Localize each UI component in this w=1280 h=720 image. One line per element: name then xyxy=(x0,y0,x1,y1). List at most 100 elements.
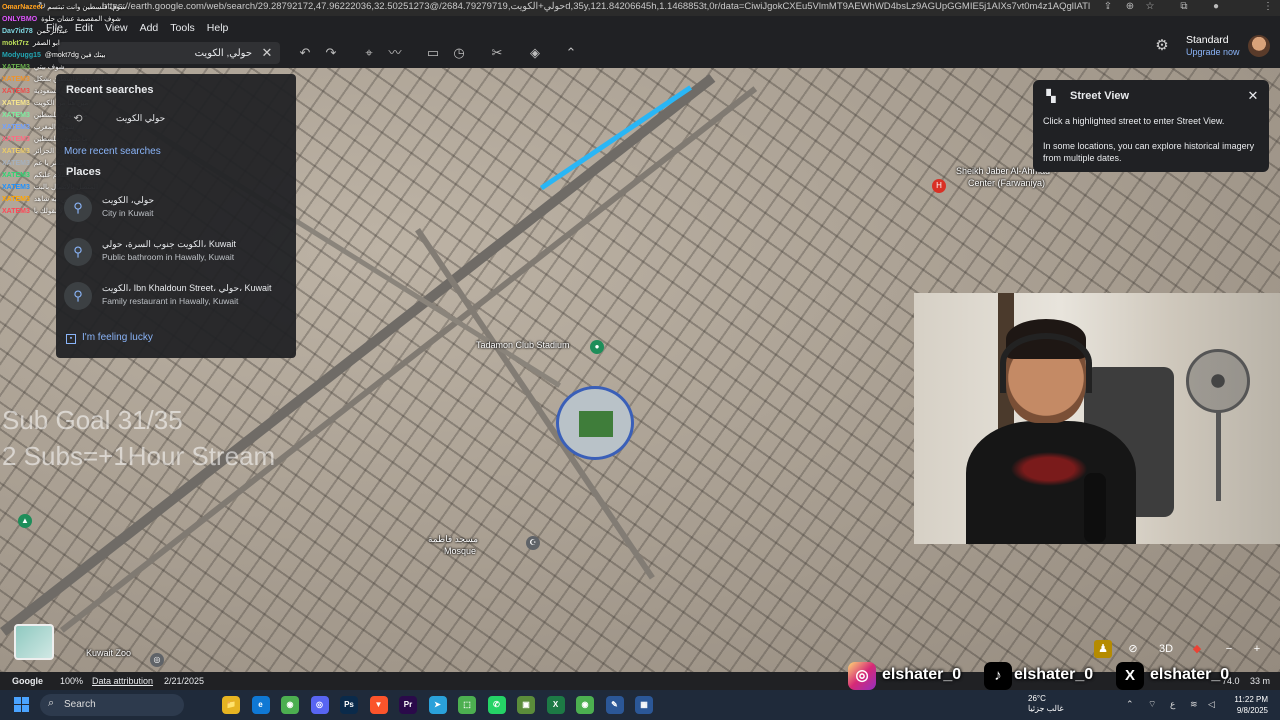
stadium-pin-icon[interactable]: ● xyxy=(590,340,604,354)
compass-icon[interactable]: ◆ xyxy=(1188,640,1206,658)
street-view-tool-icon[interactable]: ✂ xyxy=(488,44,506,62)
taskbar-app-icon[interactable]: Pr xyxy=(399,696,417,714)
taskbar-app-icon[interactable]: ▼ xyxy=(369,696,388,714)
taskbar-app-icon[interactable]: ✎ xyxy=(605,696,624,714)
hide-layers-icon[interactable]: ⊘ xyxy=(1124,640,1142,658)
recent-search-item[interactable]: ⟲ حولي الكويت xyxy=(66,108,286,130)
history-icon[interactable]: ◷ xyxy=(450,44,468,62)
avatar[interactable] xyxy=(1248,35,1270,57)
toggle-3d-button[interactable]: 3D xyxy=(1156,640,1176,658)
imagery-date: 2/21/2025 xyxy=(164,676,205,686)
mosque-label[interactable]: مسجد فاطمة xyxy=(428,534,478,545)
park-pin-icon[interactable]: ▲ xyxy=(18,514,32,528)
menu-help[interactable]: Help xyxy=(207,22,229,34)
place-item[interactable]: ⚲ الكويت جنوب السرة، حولي، Kuwait Public… xyxy=(64,236,290,272)
data-attribution-link[interactable]: Data attribution xyxy=(92,676,153,686)
taskbar-app-icon[interactable]: ◎ xyxy=(310,696,329,714)
windows-start-icon[interactable] xyxy=(14,697,30,713)
street-view-history-note: In some locations, you can explore histo… xyxy=(1043,141,1255,163)
pegman-icon[interactable]: ♟ xyxy=(1094,640,1112,658)
x-handle: elshater_0 xyxy=(1150,666,1230,683)
search-icon: ⌕ xyxy=(48,697,55,709)
taskbar-app-icon[interactable]: ◉ xyxy=(576,696,594,714)
taskbar-app-icon[interactable]: ➤ xyxy=(428,696,447,714)
zoo-label[interactable]: Kuwait Zoo xyxy=(86,648,131,658)
taskbar-app-icon[interactable]: 📁 xyxy=(222,696,240,714)
feeling-lucky-link[interactable]: ▪ I'm feeling lucky xyxy=(66,332,153,344)
menu-tools[interactable]: Tools xyxy=(170,22,195,34)
extensions-icon[interactable]: ⧉ xyxy=(1178,1,1190,13)
microphone xyxy=(1084,473,1106,543)
more-icon[interactable]: ⋮ xyxy=(1262,1,1274,13)
fan xyxy=(1186,349,1250,413)
zoom-in-icon[interactable]: + xyxy=(1248,640,1266,658)
recent-searches-heading: Recent searches xyxy=(66,84,154,96)
chat-username: mokt7rz xyxy=(2,40,29,47)
redo-icon[interactable]: ↷ xyxy=(322,44,340,62)
zoom-level[interactable]: 100% xyxy=(60,676,83,686)
taskbar-app-icon[interactable]: e xyxy=(251,696,270,714)
placemark-icon[interactable]: ⌖ xyxy=(360,44,378,62)
taskbar-app-icon[interactable]: ⬚ xyxy=(458,696,476,714)
taskbar-search[interactable]: ⌕ Search xyxy=(40,694,184,716)
stadium[interactable] xyxy=(556,386,634,460)
taskbar-app-icon[interactable]: ▣ xyxy=(517,696,535,714)
chat-username: Dav7id78 xyxy=(2,28,33,35)
chat-message: Dav7id78 عبدالرحمن xyxy=(2,26,152,38)
address-bar[interactable]: https://earth.google.com/web/search/29.2… xyxy=(96,0,1090,14)
collapse-chevron-icon[interactable]: ⌃ xyxy=(562,44,580,62)
search-suggestions-panel: Recent searches ⟲ حولي الكويت More recen… xyxy=(56,74,296,358)
weather-widget[interactable]: 26°C غالب جزئيا xyxy=(1028,694,1064,714)
settings-gear-icon[interactable]: ⚙ xyxy=(1153,37,1171,55)
chat-username: XATEM3 xyxy=(2,76,30,83)
mosque-pin-icon[interactable]: ☪ xyxy=(526,536,540,550)
layers-icon[interactable]: ◈ xyxy=(526,44,544,62)
tray-chevron-icon[interactable]: ⌃ xyxy=(1126,699,1134,710)
ruler-icon[interactable]: ▭ xyxy=(424,44,442,62)
more-recent-searches-link[interactable]: More recent searches xyxy=(64,146,161,157)
network-icon[interactable]: ⌔ xyxy=(1148,699,1156,710)
chat-text: شوف فلسطين وانت تبتسم xyxy=(47,4,127,11)
clock[interactable]: 11:22 PM 9/8/2025 xyxy=(1222,694,1268,716)
chat-username: ONLYBMO xyxy=(2,16,38,23)
place-item[interactable]: ⚲ الكويت، Ibn Khaldoun Street، حولي، Kuw… xyxy=(64,280,290,316)
chat-username: XATEM3 xyxy=(2,196,30,203)
undo-icon[interactable]: ↶ xyxy=(296,44,314,62)
chat-username: XATEM3 xyxy=(2,88,30,95)
place-item[interactable]: ⚲ حولي، الكويت City in Kuwait xyxy=(64,192,290,228)
stadium-label[interactable]: Tadamon Club Stadium xyxy=(476,340,570,350)
hospital-label-2[interactable]: Center (Farwaniya) xyxy=(968,178,1045,188)
taskbar-app-icon[interactable]: ▦ xyxy=(635,696,653,714)
compass-reset-icon[interactable]: ◎ xyxy=(150,653,164,667)
location-pin-icon: ⚲ xyxy=(64,238,92,266)
chat-username: XATEM3 xyxy=(2,64,30,71)
share-icon[interactable]: ⇪ xyxy=(1102,1,1114,13)
taskbar-app-icon[interactable]: X xyxy=(546,696,565,714)
profile-icon[interactable]: ● xyxy=(1210,1,1222,13)
install-icon[interactable]: ⊕ xyxy=(1124,1,1136,13)
language-indicator[interactable]: ع xyxy=(1170,699,1175,710)
bookmark-star-icon[interactable]: ☆ xyxy=(1144,1,1156,13)
location-pin-icon: ⚲ xyxy=(64,194,92,222)
chat-username: XATEM3 xyxy=(2,112,30,119)
place-subtitle: Family restaurant in Hawally, Kuwait xyxy=(102,296,239,306)
upgrade-link[interactable]: Upgrade now xyxy=(1186,47,1240,57)
taskbar-app-icon[interactable]: ✆ xyxy=(487,696,506,714)
weather-desc: غالب جزئيا xyxy=(1028,704,1064,713)
hospital-pin-icon[interactable]: H xyxy=(932,179,946,193)
street-view-highlight[interactable] xyxy=(540,85,693,191)
chat-message: ONLYBMO شوف المقصمة عشان حلوة xyxy=(2,14,152,26)
webcam-overlay xyxy=(914,293,1280,544)
map-style-tile[interactable] xyxy=(14,624,54,660)
dice-icon: ▪ xyxy=(66,334,76,344)
place-subtitle: Public bathroom in Hawally, Kuwait xyxy=(102,252,235,262)
wifi-icon[interactable]: ≋ xyxy=(1190,699,1198,710)
close-icon[interactable]: ✕ xyxy=(1245,88,1261,104)
path-icon[interactable]: 〰 xyxy=(386,44,404,62)
volume-icon[interactable]: ◁ xyxy=(1208,699,1215,710)
clear-search-icon[interactable]: ✕ xyxy=(258,44,276,62)
taskbar-app-icon[interactable]: Ps xyxy=(340,696,358,714)
taskbar-app-icon[interactable]: ◉ xyxy=(281,696,299,714)
instagram-handle: elshater_0 xyxy=(882,666,962,683)
zoom-out-icon[interactable]: − xyxy=(1220,640,1238,658)
